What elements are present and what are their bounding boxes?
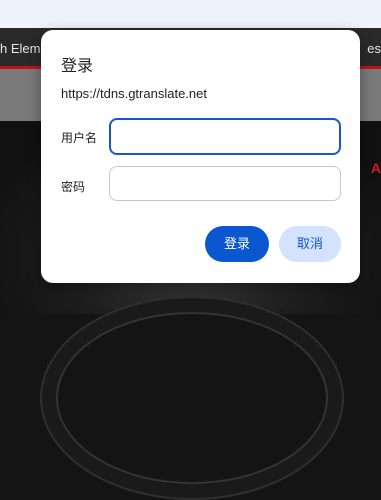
password-input[interactable] <box>109 166 341 201</box>
username-input[interactable] <box>109 118 341 155</box>
dialog-origin-url: https://tdns.gtranslate.net <box>61 86 207 101</box>
background-accent-text: A <box>370 160 381 176</box>
background-wheel-graphic <box>40 296 344 500</box>
sign-in-dialog: 登录 https://tdns.gtranslate.net 用户名 密码 登录… <box>41 30 360 283</box>
sign-in-button[interactable]: 登录 <box>205 226 269 262</box>
dialog-title: 登录 <box>61 58 94 75</box>
browser-top-strip <box>0 0 381 28</box>
cancel-button[interactable]: 取消 <box>279 226 341 262</box>
password-label: 密码 <box>61 180 86 194</box>
background-nav-right-text: es <box>367 41 381 56</box>
username-label: 用户名 <box>61 131 98 145</box>
